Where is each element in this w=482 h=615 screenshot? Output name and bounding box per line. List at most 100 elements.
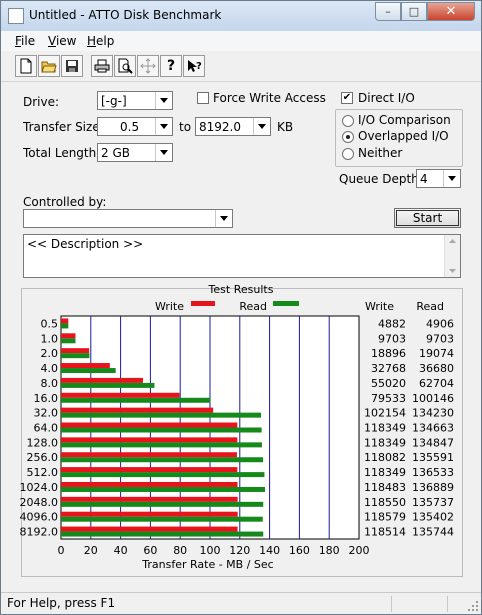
- write-bar: [61, 318, 69, 324]
- chevron-down-icon: [443, 170, 460, 187]
- queue-depth-label: Queue Depth:: [339, 172, 423, 186]
- write-bar: [61, 392, 180, 398]
- menu-help-label: elp: [96, 34, 115, 48]
- controlled-by-select[interactable]: [23, 209, 233, 228]
- write-value: 118483: [364, 481, 406, 494]
- read-bar: [61, 516, 263, 522]
- x-tick-label: 180: [319, 544, 340, 557]
- help-button[interactable]: ?: [160, 55, 182, 77]
- neither-radio[interactable]: [342, 148, 354, 160]
- direct-io-label: Direct I/O: [358, 91, 415, 105]
- print-preview-button[interactable]: [114, 55, 136, 77]
- save-icon: [66, 60, 78, 72]
- category-label: 0.5: [41, 317, 59, 330]
- print-button[interactable]: [91, 55, 113, 77]
- drive-select[interactable]: [-g-]: [97, 91, 173, 110]
- category-label: 1024.0: [20, 481, 59, 494]
- write-value: 118349: [364, 466, 406, 479]
- chevron-down-icon: [155, 144, 172, 161]
- description-text: << Description >>: [27, 237, 144, 251]
- io-comparison-label: I/O Comparison: [358, 113, 451, 127]
- read-bar: [61, 338, 76, 344]
- status-bar: For Help, press F1: [1, 592, 481, 614]
- x-tick-label: 20: [84, 544, 98, 557]
- open-button[interactable]: [38, 55, 60, 77]
- description-scrollbar[interactable]: [444, 235, 460, 277]
- read-bar: [61, 382, 155, 388]
- write-bar: [61, 467, 238, 473]
- menu-help[interactable]: Help: [87, 34, 114, 48]
- force-write-checkbox[interactable]: [197, 92, 209, 104]
- transfer-size-label: Transfer Size:: [23, 120, 104, 134]
- close-button[interactable]: ✕: [427, 2, 475, 21]
- write-value: 55020: [371, 377, 406, 390]
- minimize-button[interactable]: –: [375, 2, 401, 21]
- legend-read-swatch: [273, 301, 299, 306]
- write-value: 118550: [364, 496, 406, 509]
- save-button[interactable]: [61, 55, 83, 77]
- read-bar: [61, 323, 69, 329]
- direct-io-checkbox[interactable]: ✔: [341, 92, 353, 104]
- transfer-to-select[interactable]: 8192.0: [195, 117, 271, 136]
- write-bar: [61, 422, 238, 428]
- write-bar: [61, 437, 238, 443]
- read-bar: [61, 368, 116, 374]
- write-value: 102154: [364, 407, 406, 420]
- read-value: 134847: [412, 436, 454, 449]
- maximize-button[interactable]: □: [401, 2, 427, 21]
- x-tick-label: 160: [289, 544, 310, 557]
- write-value: 118082: [364, 451, 406, 464]
- total-length-select[interactable]: 2 GB: [97, 143, 173, 162]
- menu-file[interactable]: File: [15, 34, 35, 48]
- chevron-down-icon: [155, 92, 172, 109]
- description-box[interactable]: << Description >>: [23, 234, 461, 278]
- menu-bar: File View Help: [1, 31, 481, 51]
- read-value: 19074: [419, 347, 454, 360]
- category-label: 32.0: [34, 407, 59, 420]
- io-comparison-radio[interactable]: [342, 115, 354, 127]
- category-label: 2048.0: [20, 496, 59, 509]
- x-tick-label: 40: [114, 544, 128, 557]
- table-header-write: Write: [365, 300, 394, 313]
- open-folder-icon: [41, 61, 57, 73]
- transfer-from-select[interactable]: 0.5: [97, 117, 173, 136]
- category-label: 16.0: [34, 392, 59, 405]
- read-value: 100146: [412, 392, 454, 405]
- scroll-arrows-icon: [449, 239, 456, 273]
- move-icon: [140, 58, 156, 74]
- read-bar: [61, 472, 265, 478]
- transfer-from-value: 0.5: [120, 120, 140, 134]
- start-button[interactable]: Start: [394, 208, 461, 228]
- drive-label: Drive:: [23, 95, 60, 109]
- write-bar: [61, 511, 238, 517]
- read-bar: [61, 353, 90, 359]
- context-help-button[interactable]: ?: [183, 55, 205, 77]
- app-window: Untitled - ATTO Disk Benchmark – □ ✕ Fil…: [0, 0, 482, 615]
- read-value: 135737: [412, 496, 454, 509]
- read-bar: [61, 531, 264, 537]
- write-value: 32768: [371, 362, 406, 375]
- overlapped-io-radio[interactable]: [342, 131, 354, 143]
- new-file-icon: [20, 58, 32, 74]
- x-tick-label: 200: [349, 544, 370, 557]
- write-value: 18896: [371, 347, 406, 360]
- x-tick-label: 100: [200, 544, 221, 557]
- total-length-label: Total Length:: [23, 146, 101, 160]
- category-label: 2.0: [41, 347, 59, 360]
- write-bar: [61, 496, 238, 502]
- new-button[interactable]: [15, 55, 37, 77]
- menu-help-accel: H: [87, 34, 97, 48]
- category-label: 8192.0: [20, 526, 59, 539]
- queue-depth-select[interactable]: 4: [416, 169, 461, 188]
- move-button[interactable]: [137, 55, 159, 77]
- x-tick-label: 80: [173, 544, 187, 557]
- title-bar[interactable]: Untitled - ATTO Disk Benchmark – □ ✕: [1, 1, 481, 31]
- write-bar: [61, 333, 76, 339]
- menu-file-label: ile: [21, 34, 36, 48]
- table-header-read: Read: [416, 300, 444, 313]
- status-text: For Help, press F1: [7, 596, 116, 610]
- menu-view[interactable]: View: [48, 34, 76, 48]
- status-pane-2: [447, 596, 464, 612]
- chevron-down-icon: [253, 118, 270, 135]
- resize-grip-icon[interactable]: [467, 600, 479, 612]
